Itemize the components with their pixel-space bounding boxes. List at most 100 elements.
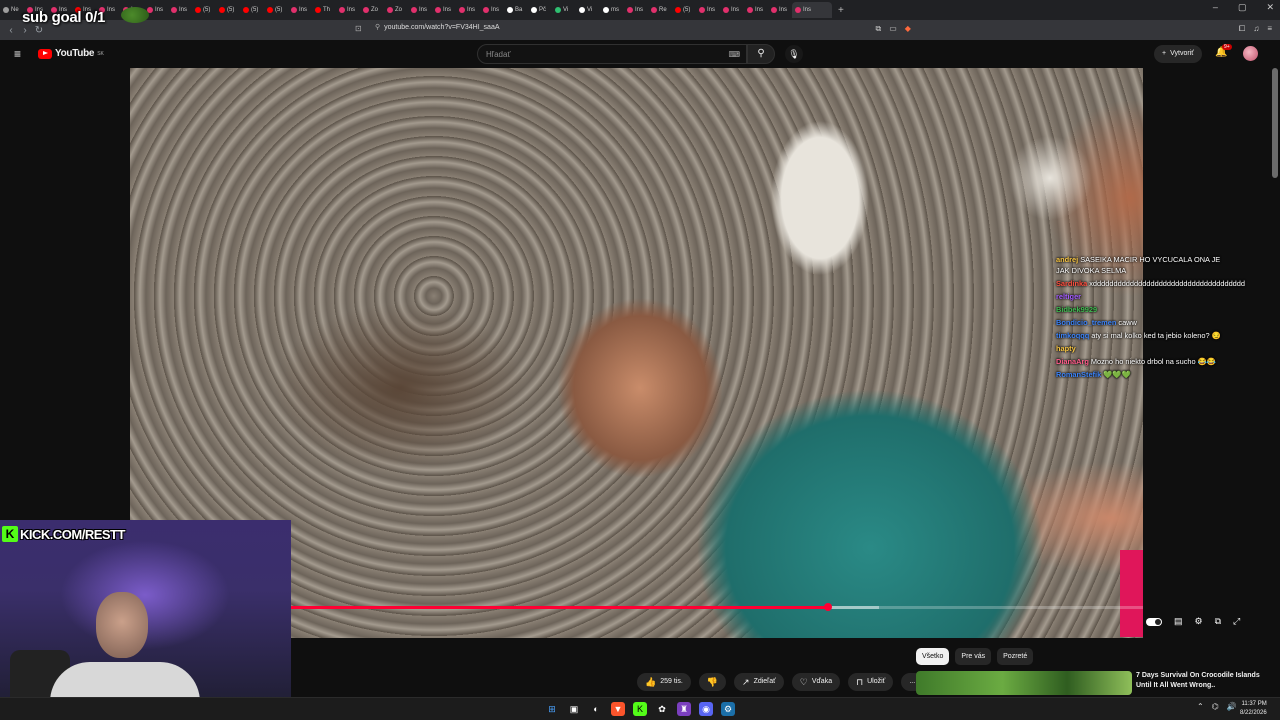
close-icon[interactable]: ✕	[1266, 2, 1274, 13]
browser-tab[interactable]: Ins	[408, 2, 432, 18]
page-scrollbar[interactable]	[1272, 68, 1278, 178]
filter-chip[interactable]: Pozreté	[997, 648, 1034, 665]
cast-icon[interactable]: ▭	[889, 24, 897, 34]
youtube-logo[interactable]: YouTube SK	[38, 48, 104, 59]
chat-text: SASEIKA MACIR HO VYCUCALA ONA JE JAK DIV…	[1056, 255, 1221, 275]
video-action-bar: 👍 259 tis. 👎 ↗ Zdieľať ♡ Vďaka ⊓ Uložiť …	[637, 673, 924, 691]
notifications-button[interactable]: 🔔 9+	[1215, 44, 1232, 58]
browser-tab[interactable]: Ins	[696, 2, 720, 18]
maximize-icon[interactable]: ▢	[1238, 2, 1247, 13]
discord-icon[interactable]: ◉	[699, 702, 713, 716]
browser-tab[interactable]: (5)	[216, 2, 240, 18]
bookmark-icon[interactable]: ⊡	[355, 24, 362, 33]
browser-tab[interactable]: Th	[312, 2, 336, 18]
scrubber-handle[interactable]	[823, 603, 832, 611]
fullscreen-icon[interactable]: ⤢	[1233, 616, 1240, 627]
chat-message: Bidbek9929	[1056, 304, 1226, 315]
browser-tab[interactable]: (5)	[264, 2, 288, 18]
browser-tab[interactable]: ms	[600, 2, 624, 18]
video-progress-bar[interactable]	[291, 603, 1143, 611]
chat-username: Bidbek9929	[1056, 305, 1098, 314]
miniplayer-icon[interactable]: ⧉	[1215, 616, 1221, 627]
browser-tab[interactable]: Vi	[552, 2, 576, 18]
browser-tab[interactable]: Ba	[504, 2, 528, 18]
browser-tab[interactable]: (5)	[672, 2, 696, 18]
recommendation-thumbnail[interactable]	[916, 671, 1132, 695]
chat-username: hapty	[1056, 344, 1076, 353]
twitch-icon[interactable]: ♜	[677, 702, 691, 716]
browser-tab[interactable]: Ins	[768, 2, 792, 18]
chatgpt-icon[interactable]: ✿	[655, 702, 669, 716]
browser-tab[interactable]: Ins	[720, 2, 744, 18]
tab-favicon-icon	[531, 7, 537, 13]
steam-icon[interactable]: ⚙	[721, 702, 735, 716]
browser-tab[interactable]: Zo	[384, 2, 408, 18]
browser-tab[interactable]: (5)	[240, 2, 264, 18]
translate-icon[interactable]: ⧉	[875, 24, 881, 34]
browser-tab[interactable]: Ins	[288, 2, 312, 18]
tab-favicon-icon	[219, 7, 225, 13]
tab-label: (5)	[203, 7, 211, 13]
site-info-icon[interactable]: ⚲	[375, 23, 380, 31]
browser-tab[interactable]: Ins	[792, 2, 832, 18]
browser-tab[interactable]: Vi	[576, 2, 600, 18]
share-button[interactable]: ↗ Zdieľať	[734, 673, 784, 691]
autoplay-toggle[interactable]	[1146, 617, 1162, 626]
taskbar-apps: ⊞ ▣ ◐ ▼ K ✿ ♜ ◉ ⚙	[545, 702, 735, 716]
dislike-button[interactable]: 👎	[698, 673, 727, 691]
chat-message: Bondicio_tremen caww	[1056, 317, 1226, 328]
thumbs-down-icon: 👎	[706, 677, 719, 687]
filter-chip[interactable]: Všetko	[916, 648, 950, 665]
create-button[interactable]: + Vytvoriť	[1154, 45, 1202, 63]
browser-tab[interactable]: Ins	[624, 2, 648, 18]
browser-tab[interactable]: Ins	[480, 2, 504, 18]
thanks-button[interactable]: ♡ Vďaka	[791, 673, 841, 691]
tab-favicon-icon	[195, 7, 201, 13]
chat-message: RomanStefik 💚💚💚	[1056, 369, 1226, 380]
taskbar-clock[interactable]: 11:37 PM 8/22/2026	[1240, 700, 1267, 718]
browser-tab[interactable]: Ins	[336, 2, 360, 18]
search-input[interactable]: Hľadať ⌨	[477, 44, 747, 64]
menu-icon[interactable]: ≡	[1267, 24, 1272, 34]
app-launcher-icon[interactable]: ◐	[589, 702, 603, 716]
search-button[interactable]: ⚲	[747, 44, 775, 64]
music-icon[interactable]: ♫	[1253, 24, 1259, 34]
sidebar-icon[interactable]: ⧠	[1239, 24, 1245, 34]
subtitles-icon[interactable]: ▤	[1174, 616, 1183, 627]
browser-tab[interactable]: Zo	[360, 2, 384, 18]
task-view-icon[interactable]: ▣	[567, 702, 581, 716]
windows-start-icon[interactable]: ⊞	[545, 702, 559, 716]
browser-tab[interactable]: Re	[648, 2, 672, 18]
kick-app-icon[interactable]: K	[633, 702, 647, 716]
settings-gear-icon[interactable]: ⚙	[1195, 616, 1203, 627]
tab-label: Ins	[299, 7, 308, 13]
recommendation-title[interactable]: 7 Days Survival On Crocodile Islands Unt…	[1136, 671, 1271, 691]
hamburger-menu-icon[interactable]: ≡	[14, 47, 21, 61]
browser-tab[interactable]: Ins	[456, 2, 480, 18]
like-button[interactable]: 👍 259 tis.	[637, 673, 691, 691]
volume-icon[interactable]: 🔊	[1227, 702, 1237, 711]
browser-tab[interactable]: Ins	[168, 2, 192, 18]
brave-browser-icon[interactable]: ▼	[611, 702, 625, 716]
browser-tab[interactable]: Pč	[528, 2, 552, 18]
wifi-icon[interactable]: ⌬	[1212, 702, 1219, 711]
tray-expand-icon[interactable]: ⌃	[1197, 702, 1204, 711]
minimize-icon[interactable]: –	[1213, 2, 1218, 13]
browser-tab[interactable]: Ins	[744, 2, 768, 18]
back-icon[interactable]: ‹	[4, 25, 18, 36]
voice-search-button[interactable]: 🎙	[785, 45, 803, 63]
filter-chip[interactable]: Pre vás	[955, 648, 992, 665]
url-field[interactable]: ⚲ youtube.com/watch?v=FV34HI_saaA	[375, 23, 500, 32]
browser-tab[interactable]: Ins	[432, 2, 456, 18]
extension-icon[interactable]: ◆	[905, 24, 911, 34]
keyboard-icon[interactable]: ⌨	[728, 50, 740, 59]
forward-icon[interactable]: ›	[18, 25, 32, 36]
reload-icon[interactable]: ↻	[32, 25, 46, 36]
avatar[interactable]	[1243, 46, 1258, 61]
browser-tab[interactable]: (5)	[192, 2, 216, 18]
chat-username: timkoqqq	[1056, 331, 1090, 340]
browser-tab[interactable]: Ne	[0, 2, 24, 18]
new-tab-button[interactable]: +	[838, 5, 844, 16]
save-button[interactable]: ⊓ Uložiť	[848, 673, 894, 691]
chat-text: xddddddddddddddddddddddddddddddddddddd	[1089, 279, 1246, 288]
